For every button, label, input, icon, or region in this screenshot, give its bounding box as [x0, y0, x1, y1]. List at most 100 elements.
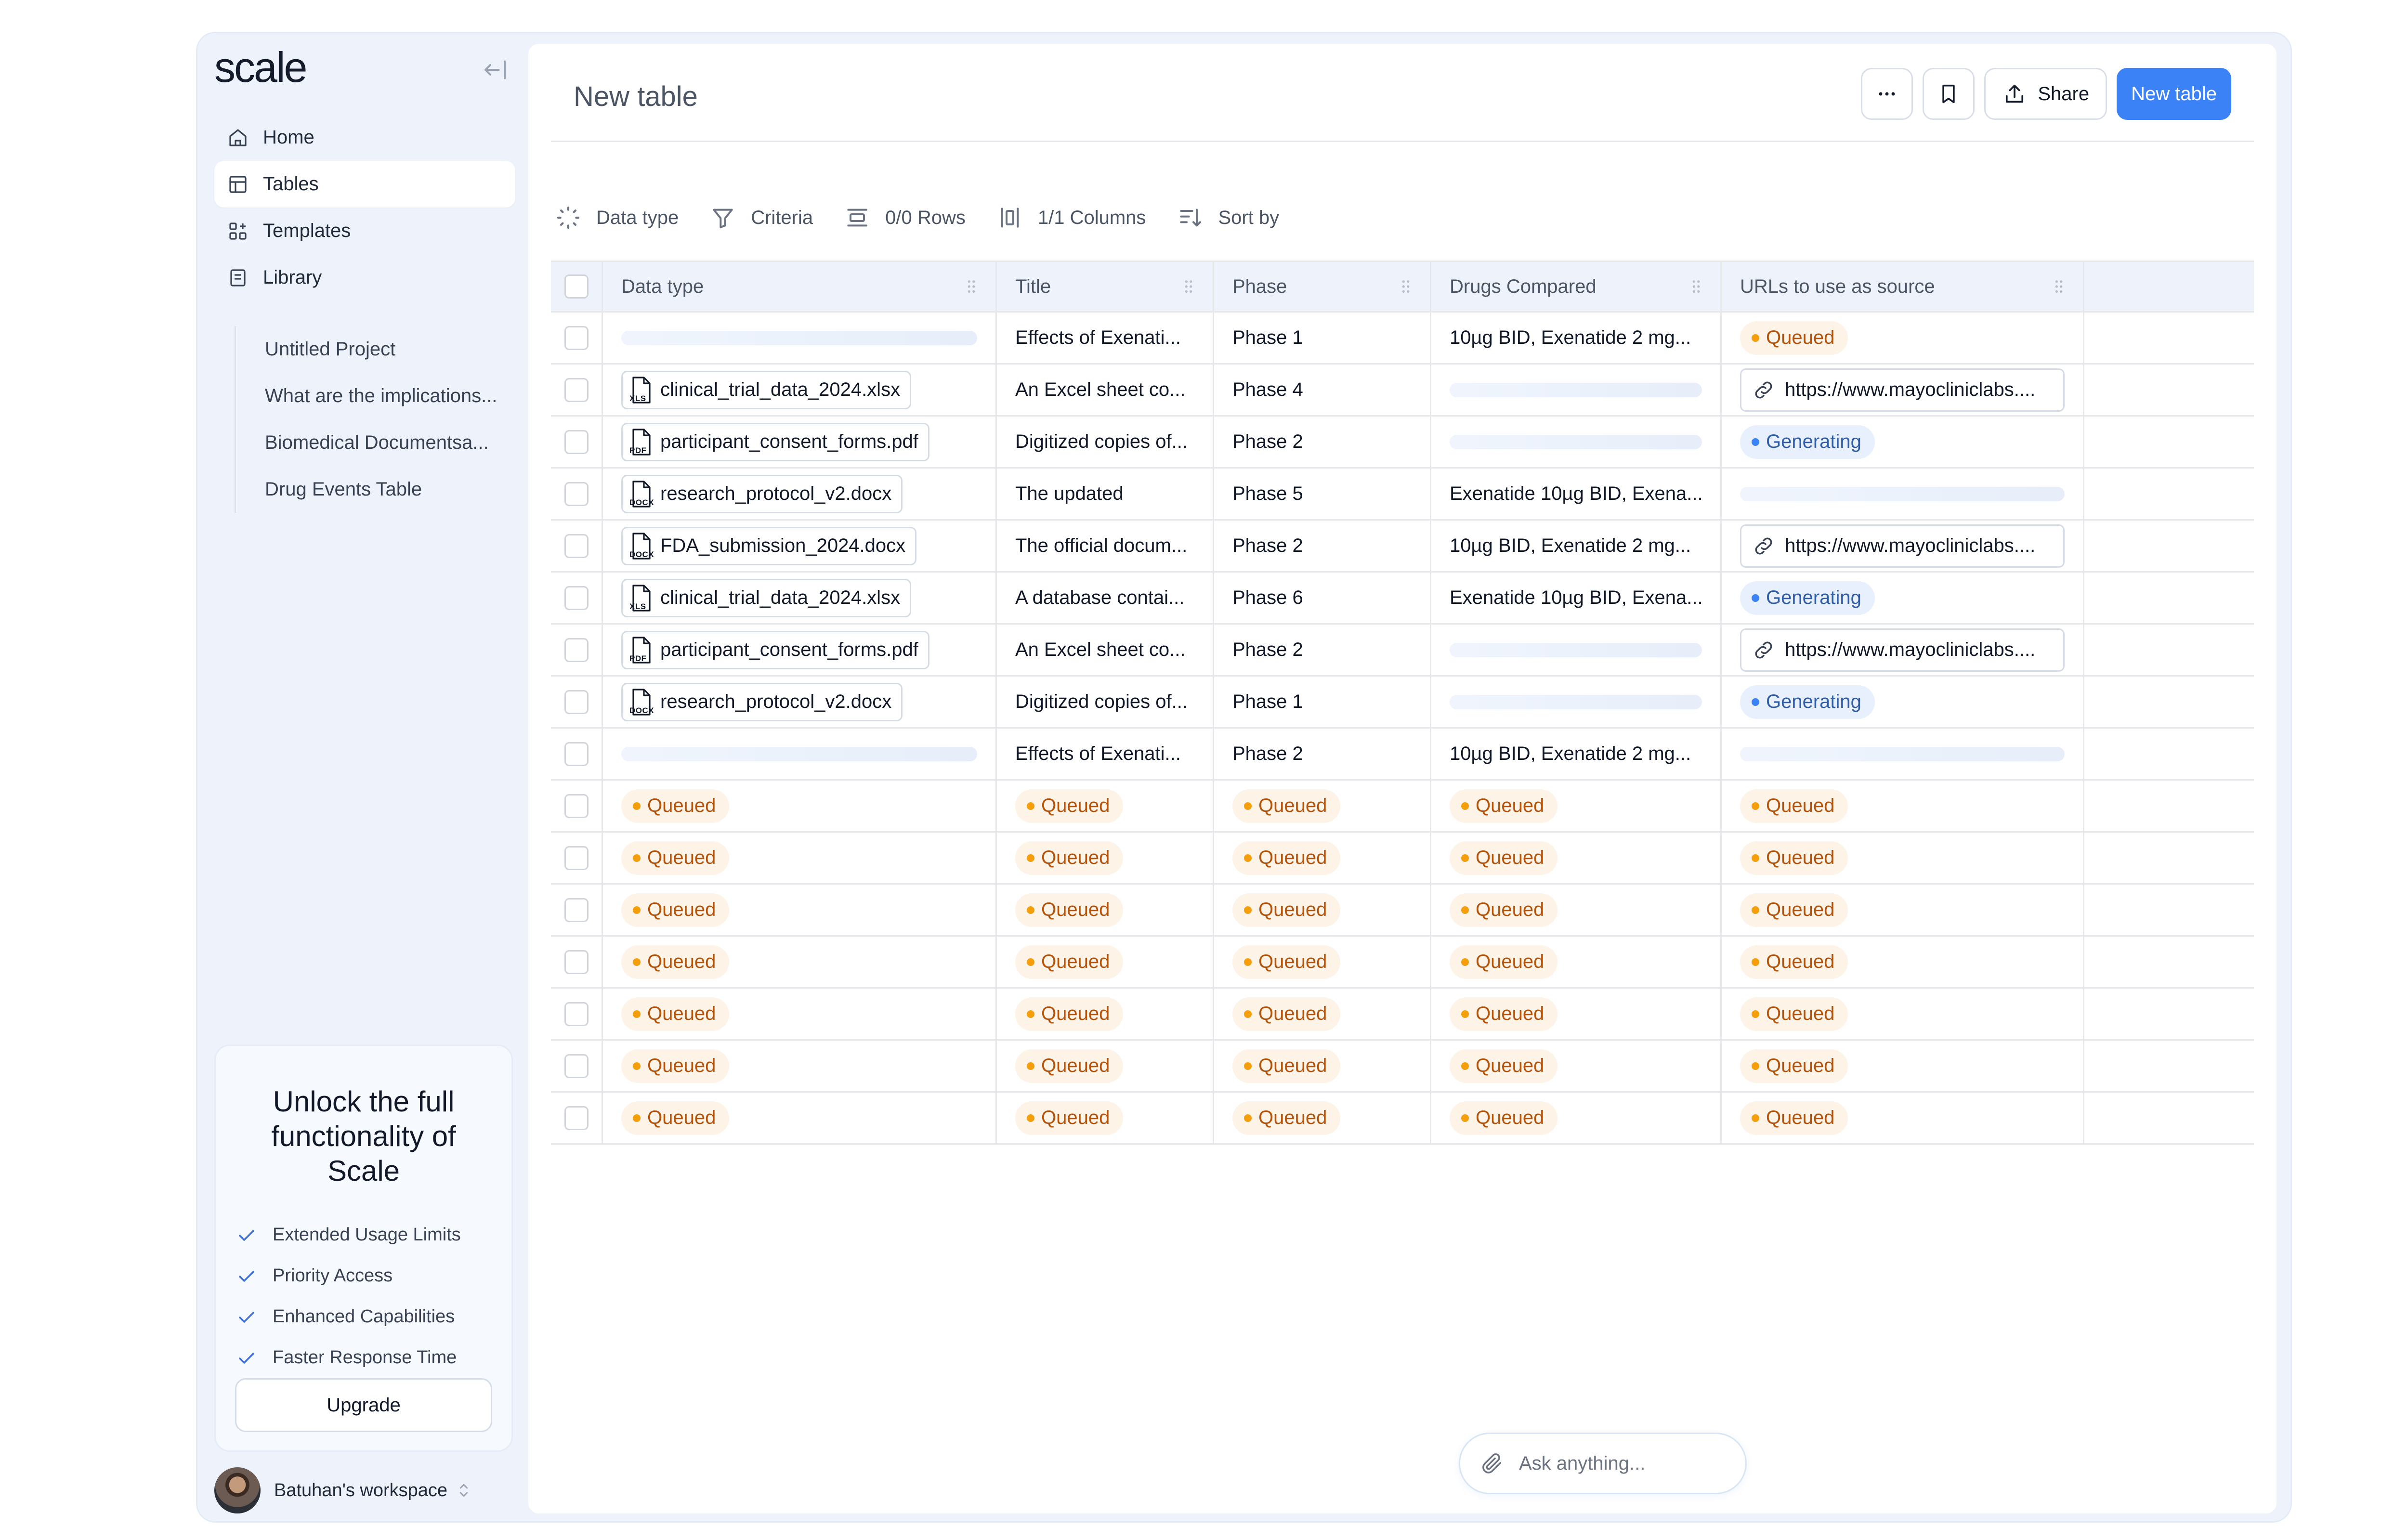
- table-cell-data-type[interactable]: Queued: [603, 1093, 997, 1143]
- table-cell-drugs[interactable]: [1431, 677, 1722, 727]
- row-checkbox[interactable]: [564, 430, 589, 454]
- url-chip[interactable]: https://www.mayocliniclabs....: [1740, 628, 2065, 672]
- url-chip[interactable]: https://www.mayocliniclabs....: [1740, 524, 2065, 568]
- sidebar-item-templates[interactable]: Templates: [214, 208, 515, 254]
- ask-input[interactable]: Ask anything...: [1459, 1433, 1747, 1494]
- drag-handle-icon[interactable]: [2054, 279, 2064, 294]
- table-cell-phase[interactable]: Phase 2: [1214, 521, 1431, 571]
- url-chip[interactable]: https://www.mayocliniclabs....: [1740, 368, 2065, 412]
- table-row[interactable]: Queued Queued Queued Queued Queued: [551, 989, 2254, 1041]
- table-cell-data-type[interactable]: Queued: [603, 885, 997, 935]
- sidebar-item-home[interactable]: Home: [214, 114, 515, 161]
- drag-handle-icon[interactable]: [1691, 279, 1701, 294]
- table-cell-drugs[interactable]: Queued: [1431, 937, 1722, 987]
- table-cell-drugs[interactable]: Exenatide 10µg BID, Exena...: [1431, 573, 1722, 623]
- row-checkbox[interactable]: [564, 638, 589, 662]
- table-row[interactable]: Queued Queued Queued Queued Queued: [551, 937, 2254, 989]
- table-cell-drugs[interactable]: [1431, 625, 1722, 675]
- page-title[interactable]: New table: [574, 80, 698, 113]
- file-chip[interactable]: PDF participant_consent_forms.pdf: [621, 422, 929, 461]
- row-checkbox[interactable]: [564, 1054, 589, 1078]
- table-cell-url[interactable]: https://www.mayocliniclabs....: [1722, 625, 2084, 675]
- table-row[interactable]: DOCX research_protocol_v2.docx Digitized c…: [551, 677, 2254, 729]
- table-cell-url[interactable]: Generating: [1722, 417, 2084, 467]
- row-checkbox[interactable]: [564, 326, 589, 350]
- table-cell-phase[interactable]: Phase 1: [1214, 677, 1431, 727]
- new-table-button[interactable]: New table: [2117, 68, 2231, 120]
- table-cell-data-type[interactable]: XLS clinical_trial_data_2024.xlsx: [603, 573, 997, 623]
- row-checkbox[interactable]: [564, 690, 589, 714]
- table-row[interactable]: Queued Queued Queued Queued Queued: [551, 1041, 2254, 1093]
- column-header[interactable]: Data type: [603, 262, 997, 311]
- table-cell-data-type[interactable]: DOCX FDA_submission_2024.docx: [603, 521, 997, 571]
- table-cell-title[interactable]: Digitized copies of...: [997, 417, 1214, 467]
- table-cell-phase[interactable]: Queued: [1214, 937, 1431, 987]
- library-item[interactable]: Biomedical Documentsa...: [236, 419, 536, 466]
- file-chip[interactable]: DOCX research_protocol_v2.docx: [621, 474, 903, 513]
- table-cell-data-type[interactable]: Queued: [603, 989, 997, 1039]
- row-checkbox[interactable]: [564, 794, 589, 818]
- columns-button[interactable]: 1/1 Columns: [996, 204, 1146, 231]
- table-cell-phase[interactable]: Queued: [1214, 833, 1431, 883]
- table-cell-data-type[interactable]: XLS clinical_trial_data_2024.xlsx: [603, 365, 997, 415]
- table-cell-drugs[interactable]: Queued: [1431, 781, 1722, 831]
- table-cell-data-type[interactable]: Queued: [603, 781, 997, 831]
- table-cell-phase[interactable]: Phase 6: [1214, 573, 1431, 623]
- library-item[interactable]: What are the implications...: [236, 373, 536, 419]
- row-checkbox[interactable]: [564, 950, 589, 974]
- sidebar-item-tables[interactable]: Tables: [214, 161, 515, 208]
- table-cell-data-type[interactable]: PDF participant_consent_forms.pdf: [603, 417, 997, 467]
- table-row[interactable]: Queued Queued Queued Queued Queued: [551, 833, 2254, 885]
- collapse-sidebar-icon[interactable]: [481, 55, 510, 84]
- row-checkbox[interactable]: [564, 846, 589, 870]
- table-cell-url[interactable]: Queued: [1722, 781, 2084, 831]
- table-cell-drugs[interactable]: Queued: [1431, 1093, 1722, 1143]
- column-header[interactable]: URLs to use as source: [1722, 262, 2084, 311]
- table-row[interactable]: Queued Queued Queued Queued Queued: [551, 885, 2254, 937]
- paperclip-icon[interactable]: [1479, 1451, 1505, 1476]
- table-row[interactable]: DOCX research_protocol_v2.docx The updated…: [551, 469, 2254, 521]
- table-row[interactable]: XLS clinical_trial_data_2024.xlsx An Excel…: [551, 365, 2254, 417]
- table-cell-url[interactable]: Queued: [1722, 1041, 2084, 1091]
- file-chip[interactable]: DOCX research_protocol_v2.docx: [621, 682, 903, 721]
- table-row[interactable]: XLS clinical_trial_data_2024.xlsx A databa…: [551, 573, 2254, 625]
- table-cell-url[interactable]: Queued: [1722, 313, 2084, 363]
- select-all-checkbox[interactable]: [564, 274, 589, 299]
- table-cell-phase[interactable]: Queued: [1214, 989, 1431, 1039]
- table-cell-title[interactable]: The updated: [997, 469, 1214, 519]
- add-column-cell[interactable]: [2084, 262, 2254, 311]
- table-cell-data-type[interactable]: Queued: [603, 937, 997, 987]
- table-cell-title[interactable]: Queued: [997, 1041, 1214, 1091]
- table-cell-url[interactable]: Queued: [1722, 989, 2084, 1039]
- table-row[interactable]: Queued Queued Queued Queued Queued: [551, 1093, 2254, 1145]
- table-cell-phase[interactable]: Phase 2: [1214, 625, 1431, 675]
- table-cell-title[interactable]: Queued: [997, 885, 1214, 935]
- table-cell-url[interactable]: [1722, 469, 2084, 519]
- table-row[interactable]: Effects of Exenati... Phase 1 10µg BID, Ex…: [551, 313, 2254, 365]
- sort-button[interactable]: Sort by: [1177, 204, 1279, 231]
- table-cell-data-type[interactable]: [603, 313, 997, 363]
- table-cell-title[interactable]: Queued: [997, 833, 1214, 883]
- table-cell-data-type[interactable]: Queued: [603, 833, 997, 883]
- table-cell-phase[interactable]: Phase 2: [1214, 417, 1431, 467]
- table-cell-title[interactable]: An Excel sheet co...: [997, 625, 1214, 675]
- table-cell-url[interactable]: [1722, 729, 2084, 779]
- bookmark-button[interactable]: [1923, 68, 1975, 120]
- table-cell-title[interactable]: Effects of Exenati...: [997, 313, 1214, 363]
- column-header[interactable]: Title: [997, 262, 1214, 311]
- row-checkbox[interactable]: [564, 586, 589, 610]
- table-cell-drugs[interactable]: 10µg BID, Exenatide 2 mg...: [1431, 521, 1722, 571]
- table-cell-drugs[interactable]: Queued: [1431, 1041, 1722, 1091]
- table-cell-url[interactable]: Queued: [1722, 833, 2084, 883]
- table-cell-title[interactable]: A database contai...: [997, 573, 1214, 623]
- row-checkbox[interactable]: [564, 534, 589, 558]
- table-cell-title[interactable]: The official docum...: [997, 521, 1214, 571]
- file-chip[interactable]: XLS clinical_trial_data_2024.xlsx: [621, 578, 912, 617]
- table-cell-data-type[interactable]: Queued: [603, 1041, 997, 1091]
- table-cell-url[interactable]: Generating: [1722, 677, 2084, 727]
- table-cell-phase[interactable]: Phase 5: [1214, 469, 1431, 519]
- table-row[interactable]: PDF participant_consent_forms.pdf Digitize…: [551, 417, 2254, 469]
- table-cell-phase[interactable]: Phase 4: [1214, 365, 1431, 415]
- table-row[interactable]: Queued Queued Queued Queued Queued: [551, 781, 2254, 833]
- table-cell-phase[interactable]: Phase 2: [1214, 729, 1431, 779]
